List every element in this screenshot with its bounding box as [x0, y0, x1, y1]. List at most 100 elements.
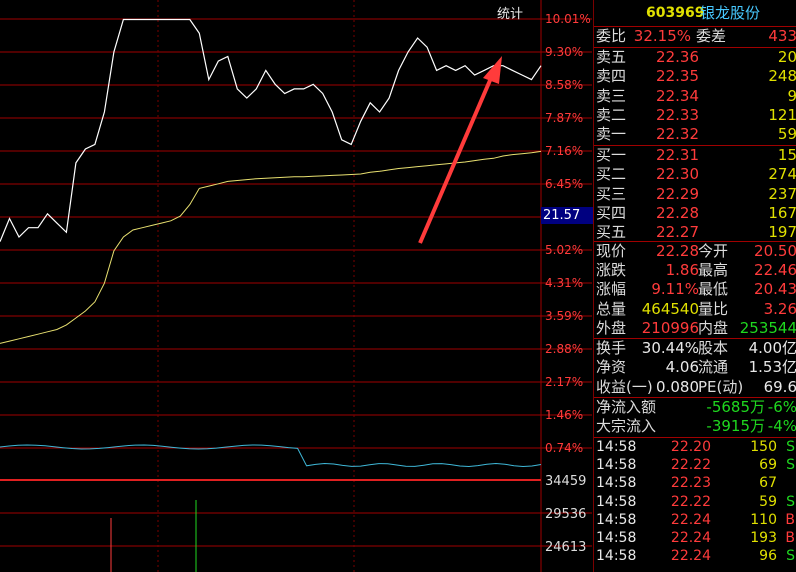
- quote-value: 1.86: [665, 261, 699, 280]
- quote-label: 现价: [596, 242, 627, 260]
- intraday-chart-svg[interactable]: [0, 0, 592, 572]
- level-price: 22.29: [656, 184, 699, 203]
- trade-time: 14:58: [596, 439, 637, 455]
- trade-time: 14:58: [596, 548, 637, 565]
- trade-side: B: [785, 530, 795, 546]
- ask-row[interactable]: 卖一 22.32 59: [594, 125, 796, 144]
- trade-row[interactable]: 14:58 22.24 110 B: [594, 511, 796, 530]
- level-volume: 237: [768, 184, 796, 203]
- price-tick-label: 7.87%: [545, 111, 584, 125]
- quote-label: 今开: [698, 242, 729, 260]
- level-price: 22.30: [656, 165, 699, 184]
- level-label: 买五: [596, 223, 627, 242]
- price-tick-label: 2.17%: [545, 375, 584, 389]
- trade-side: S: [786, 493, 795, 510]
- ratio-value: 32.15%: [633, 27, 691, 45]
- level-label: 卖三: [596, 86, 627, 105]
- quote-value: 464540: [641, 299, 699, 318]
- stock-name: 银龙股份: [700, 4, 761, 22]
- level-volume: 9: [787, 86, 796, 105]
- flow-label: 大宗流入: [596, 417, 657, 435]
- volume-tick-1: 34459: [545, 474, 587, 489]
- price-tick-label: 4.31%: [545, 276, 584, 290]
- fund-flow-row: 大宗流入 -3915万 -4%: [594, 417, 796, 436]
- quote-label: 最低: [698, 280, 729, 299]
- price-tick-label: 10.01%: [545, 12, 591, 26]
- level-price: 22.28: [656, 203, 699, 222]
- bid-row[interactable]: 买四 22.28 167: [594, 204, 796, 223]
- level-volume: 167: [768, 203, 796, 222]
- quote-value: 3.26: [763, 299, 796, 318]
- ask-row[interactable]: 卖四 22.35 248: [594, 67, 796, 86]
- flow-value: -3915万: [706, 417, 765, 435]
- price-tick-label: 1.46%: [545, 408, 584, 422]
- fundamental-row: 换手 30.44% 股本 4.00亿: [594, 339, 796, 358]
- bid-row[interactable]: 买三 22.29 237: [594, 185, 796, 204]
- level-volume: 197: [768, 223, 796, 242]
- bid-row[interactable]: 买一 22.31 15: [594, 146, 796, 165]
- volume-tick-2: 29536: [545, 507, 587, 522]
- quote-value: 253544: [739, 318, 796, 337]
- price-tick-label: 7.16%: [545, 144, 584, 158]
- level-volume: 15: [777, 146, 796, 164]
- quote-value: 22.46: [754, 261, 796, 280]
- ask-row[interactable]: 卖二 22.33 121: [594, 106, 796, 125]
- fundamental-value: 30.44%: [641, 339, 699, 357]
- trade-row[interactable]: 14:58 22.22 59 S: [594, 493, 796, 512]
- intraday-chart[interactable]: 统计 10.01%9.30%8.58%7.87%7.16%6.45%5.73%5…: [0, 0, 594, 572]
- quote-value: 20.50: [754, 242, 796, 260]
- flow-pct: -6%: [767, 398, 796, 416]
- trade-volume: 67: [759, 475, 777, 492]
- ask-row[interactable]: 卖三 22.34 9: [594, 87, 796, 106]
- quote-row: 涨幅 9.11% 最低 20.43: [594, 280, 796, 299]
- current-price-marker: 21.57: [541, 207, 594, 224]
- level-volume: 59: [777, 125, 796, 144]
- fundamental-label: PE(动): [698, 377, 744, 396]
- ask-row[interactable]: 卖五 22.36 20: [594, 48, 796, 67]
- trade-row[interactable]: 14:58 22.24 193 B: [594, 529, 796, 548]
- trade-volume: 96: [759, 548, 777, 565]
- level-label: 买一: [596, 146, 627, 164]
- trade-volume: 59: [759, 493, 777, 510]
- level-price: 22.36: [656, 48, 699, 66]
- level-label: 买三: [596, 184, 627, 203]
- price-tick-label: 0.74%: [545, 441, 584, 455]
- fundamental-label: 收益(一): [596, 377, 653, 396]
- quote-label: 内盘: [698, 318, 729, 337]
- trade-side: B: [785, 511, 795, 528]
- level-label: 卖一: [596, 125, 627, 144]
- trade-row[interactable]: 14:58 22.20 150 S: [594, 438, 796, 457]
- diff-label: 委差: [696, 27, 727, 45]
- trade-row[interactable]: 14:58 22.23 67: [594, 474, 796, 493]
- quote-panel: 603969 银龙股份 委比 32.15% 委差 433 卖五 22.36 20 卖四…: [593, 0, 796, 572]
- level-label: 卖二: [596, 105, 627, 124]
- fundamental-label: 净资: [596, 358, 627, 377]
- fund-flow-row: 净流入额 -5685万 -6%: [594, 398, 796, 417]
- level-price: 22.31: [656, 146, 699, 164]
- trade-price: 22.24: [670, 548, 711, 565]
- quote-label: 涨跌: [596, 261, 627, 280]
- fundamental-label: 流通: [698, 358, 729, 377]
- level-volume: 274: [768, 165, 796, 184]
- trade-time: 14:58: [596, 530, 637, 546]
- trade-row[interactable]: 14:58 22.24 96 S: [594, 547, 796, 566]
- trade-time: 14:58: [596, 475, 637, 492]
- trade-row[interactable]: 14:58 22.22 69 S: [594, 456, 796, 475]
- trade-price: 22.22: [670, 457, 711, 474]
- diff-value: 433: [768, 27, 796, 45]
- stock-code: 603969: [646, 5, 705, 21]
- level-volume: 248: [768, 67, 796, 86]
- bid-row[interactable]: 买五 22.27 197: [594, 223, 796, 242]
- trade-time: 14:58: [596, 493, 637, 510]
- fundamental-value: 4.00亿: [748, 339, 796, 357]
- level-label: 买四: [596, 203, 627, 222]
- bid-row[interactable]: 买二 22.30 274: [594, 165, 796, 184]
- price-tick-label: 8.58%: [545, 78, 584, 92]
- level-volume: 20: [777, 48, 796, 66]
- price-tick-label: 5.02%: [545, 243, 584, 257]
- price-tick-label: 3.59%: [545, 309, 584, 323]
- stock-header[interactable]: 603969 银龙股份: [594, 4, 796, 23]
- level-price: 22.33: [656, 105, 699, 124]
- stats-label[interactable]: 统计: [497, 3, 523, 22]
- quote-row: 总量 464540 量比 3.26: [594, 300, 796, 319]
